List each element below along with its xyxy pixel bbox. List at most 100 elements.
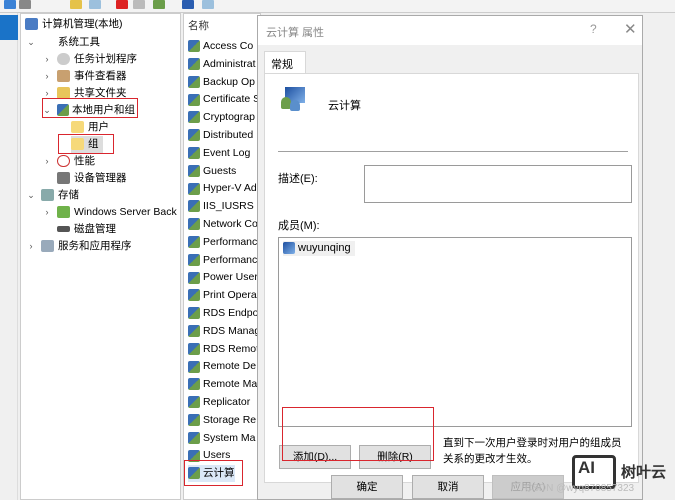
- group-icon: [188, 40, 200, 53]
- action-pane-icon[interactable]: [202, 0, 214, 9]
- list-item[interactable]: Performanc: [188, 252, 257, 269]
- tree-item-task-scheduler[interactable]: › 任务计划程序: [43, 51, 137, 68]
- watermark-csdn: CSDN @wyq870857323: [525, 483, 635, 494]
- chevron-right-icon[interactable]: ›: [43, 153, 51, 170]
- chevron-right-icon[interactable]: ›: [27, 238, 35, 255]
- list-item[interactable]: Distributed: [188, 127, 253, 144]
- list-item[interactable]: Performanc: [188, 234, 257, 251]
- list-item-label: RDS Manag: [203, 324, 261, 337]
- help-icon[interactable]: [182, 0, 194, 9]
- tree-item-services-apps[interactable]: › 服务和应用程序: [27, 238, 132, 255]
- group-icon: [281, 87, 305, 111]
- tree-label: 性能: [74, 155, 95, 167]
- back-icon[interactable]: [4, 0, 16, 9]
- group-icon: [188, 378, 200, 391]
- performance-icon: [57, 155, 70, 168]
- list-item-label: System Ma: [203, 431, 256, 444]
- list-item[interactable]: RDS Remot: [188, 341, 259, 358]
- member-item[interactable]: wuyunqing: [283, 241, 355, 256]
- group-icon: [188, 414, 200, 427]
- list-item[interactable]: System Ma: [188, 430, 256, 447]
- list-item[interactable]: RDS Endpo: [188, 305, 258, 322]
- separator: [278, 151, 628, 152]
- tree-item-performance[interactable]: › 性能: [43, 153, 95, 170]
- group-icon: [188, 200, 200, 213]
- tree-label: 事件查看器: [74, 70, 127, 82]
- list-item[interactable]: Hyper-V Ad: [188, 180, 257, 197]
- group-icon: [188, 360, 200, 373]
- list-item[interactable]: Certificate S: [188, 91, 260, 108]
- console-tree: 计算机管理(本地) ⌄ 系统工具 › 任务计划程序 › 事件查看器 › 共享文件夹 ⌄ 本…: [20, 13, 181, 500]
- list-item[interactable]: Guests: [188, 163, 236, 180]
- folder-up-icon[interactable]: [70, 0, 82, 9]
- list-item[interactable]: Storage Re: [188, 412, 256, 429]
- list-item-label: Administrat: [203, 57, 256, 70]
- export-icon[interactable]: [153, 0, 165, 9]
- help-button[interactable]: ?: [590, 22, 597, 36]
- members-list[interactable]: wuyunqing: [278, 237, 632, 427]
- close-button[interactable]: ✕: [624, 20, 637, 38]
- list-item[interactable]: Backup Op: [188, 74, 255, 91]
- tree-root[interactable]: 计算机管理(本地): [25, 16, 123, 33]
- show-tree-icon[interactable]: [89, 0, 101, 9]
- list-item[interactable]: Print Opera: [188, 287, 257, 304]
- tree-item-event-viewer[interactable]: › 事件查看器: [43, 68, 127, 85]
- forward-icon[interactable]: [19, 0, 31, 9]
- highlight-local-users: [42, 98, 138, 118]
- list-item-label: Hyper-V Ad: [203, 182, 257, 195]
- group-icon: [188, 147, 200, 160]
- list-item-label: RDS Remot: [203, 342, 260, 355]
- delete-icon[interactable]: [116, 0, 128, 9]
- group-icon: [188, 58, 200, 71]
- list-item[interactable]: Remote De: [188, 358, 256, 375]
- group-icon: [188, 236, 200, 249]
- group-icon: [188, 129, 200, 142]
- list-item-label: RDS Endpo: [203, 307, 259, 319]
- event-viewer-icon: [57, 70, 70, 83]
- member-name: wuyunqing: [298, 242, 351, 254]
- watermark-logo-text: AI: [578, 458, 595, 477]
- group-icon: [188, 111, 200, 124]
- group-icon: [188, 325, 200, 338]
- list-item[interactable]: Event Log: [188, 145, 250, 162]
- tab-general[interactable]: 常规: [264, 51, 306, 74]
- list-item[interactable]: Replicator: [188, 394, 250, 411]
- description-label: 描述(E):: [278, 173, 318, 185]
- list-item[interactable]: Cryptograp: [188, 109, 255, 126]
- properties-icon[interactable]: [133, 0, 145, 9]
- list-item[interactable]: Administrat: [188, 56, 256, 73]
- tree-item-storage[interactable]: ⌄ 存储: [27, 187, 79, 204]
- backup-icon: [57, 206, 70, 219]
- selected-tab[interactable]: [0, 15, 18, 40]
- list-item-label: Power User: [203, 271, 258, 284]
- list-item-label: Access Co: [203, 40, 254, 52]
- list-item[interactable]: IIS_IUSRS: [188, 198, 254, 215]
- chevron-right-icon[interactable]: ›: [43, 204, 51, 221]
- list-item[interactable]: Network Co: [188, 216, 258, 233]
- list-item[interactable]: RDS Manag: [188, 323, 260, 340]
- cancel-button[interactable]: 取消: [412, 475, 484, 499]
- list-item-label: Network Co: [203, 218, 258, 230]
- chevron-down-icon[interactable]: ⌄: [27, 187, 35, 204]
- tree-item-device-manager[interactable]: 设备管理器: [57, 170, 127, 187]
- list-item[interactable]: Power User: [188, 269, 258, 286]
- description-input[interactable]: [364, 165, 632, 203]
- chevron-right-icon[interactable]: ›: [43, 51, 51, 68]
- tree-item-windows-server-backup[interactable]: › Windows Server Back: [43, 204, 177, 221]
- tree-item-disk-management[interactable]: 磁盘管理: [57, 221, 116, 238]
- tree-label: 用户: [88, 121, 109, 133]
- dialog-title: 云计算 属性: [266, 27, 325, 39]
- list-item[interactable]: Remote Ma: [188, 376, 257, 393]
- list-item[interactable]: Access Co: [188, 38, 253, 55]
- chevron-right-icon[interactable]: ›: [43, 68, 51, 85]
- list-item-label: Event Log: [203, 146, 251, 159]
- chevron-down-icon[interactable]: ⌄: [27, 34, 35, 51]
- ok-button[interactable]: 确定: [331, 475, 403, 499]
- group-icon: [188, 342, 200, 355]
- list-item-label: Cryptograp: [203, 111, 255, 124]
- group-icon: [188, 289, 200, 302]
- column-header-name[interactable]: 名称: [188, 18, 209, 35]
- tree-item-system-tools[interactable]: ⌄ 系统工具: [27, 34, 100, 51]
- group-icon: [188, 431, 200, 444]
- group-icon: [188, 307, 200, 320]
